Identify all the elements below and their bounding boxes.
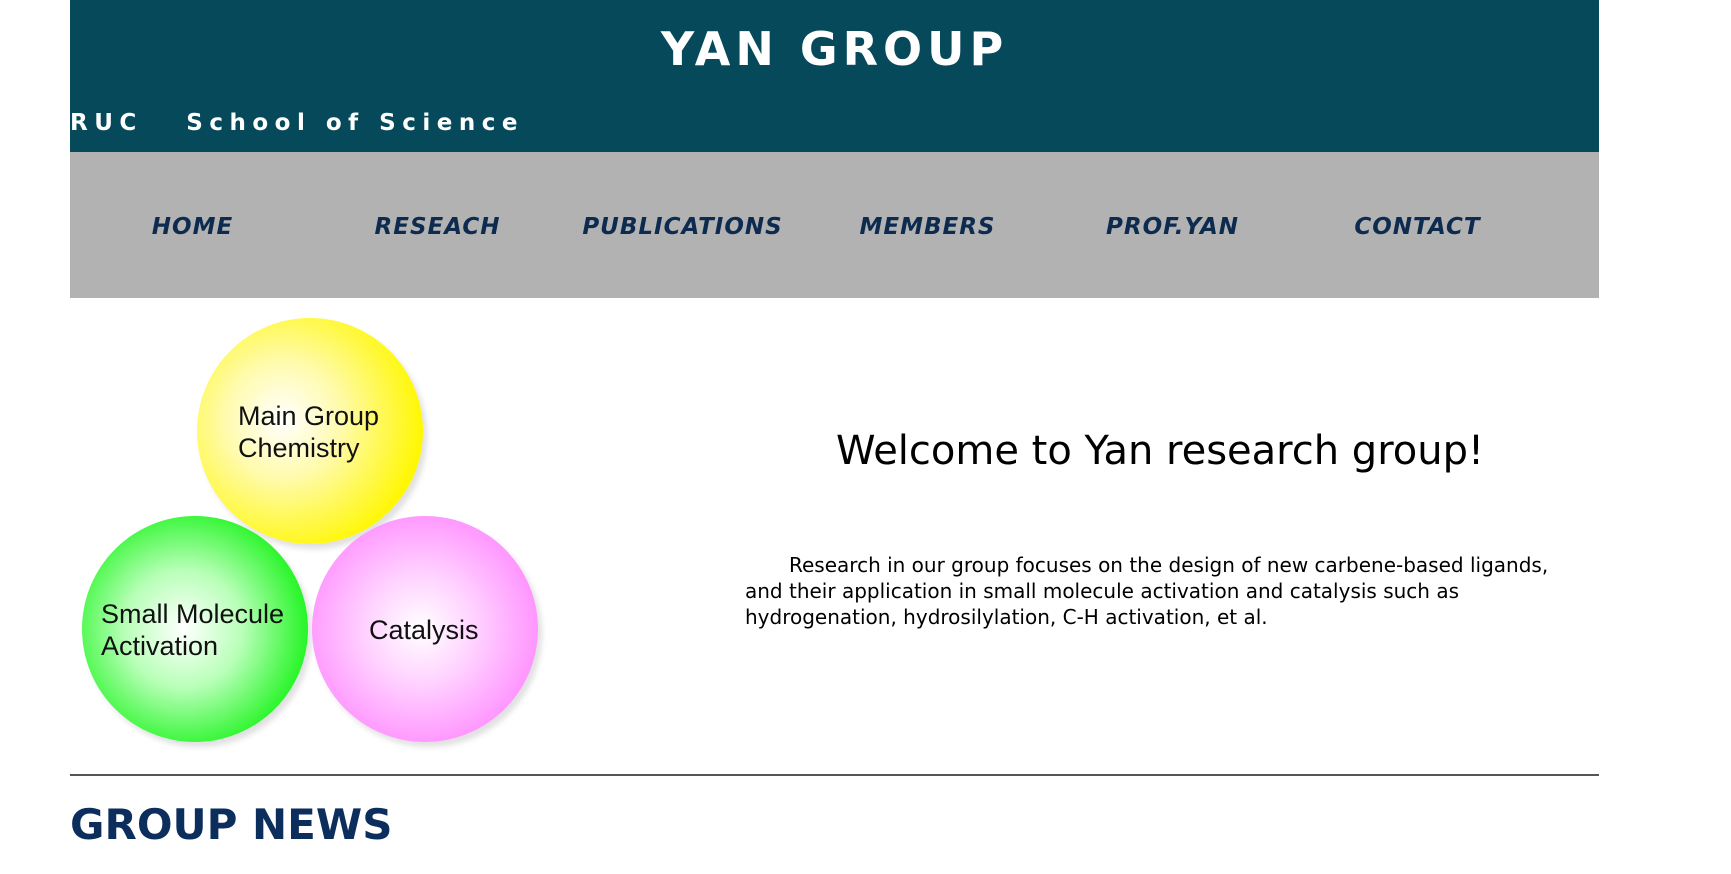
page: YAN GROUP RUC School of Science HOME RES…	[0, 0, 1731, 874]
welcome-text: Research in our group focuses on the des…	[745, 553, 1549, 629]
nav-item-members[interactable]: MEMBERS	[805, 214, 1050, 240]
nav-item-home[interactable]: HOME	[70, 214, 315, 240]
site-header: YAN GROUP RUC School of Science	[70, 0, 1599, 152]
nav-item-contact[interactable]: CONTACT	[1295, 214, 1540, 240]
main-group-chemistry-label: Main Group Chemistry	[238, 401, 380, 463]
main-group-chemistry-bubble: Main Group Chemistry	[197, 318, 423, 544]
small-molecule-activation-label: Small Molecule Activation	[101, 599, 285, 661]
section-divider	[70, 774, 1599, 776]
nav-item-research[interactable]: RESEACH	[315, 214, 560, 240]
nav-item-publications[interactable]: PUBLICATIONS	[560, 214, 805, 240]
site-subtitle: RUC School of Science	[70, 110, 524, 136]
group-news-heading: GROUP NEWS	[70, 800, 393, 849]
main-nav: HOME RESEACH PUBLICATIONS MEMBERS PROF.Y…	[70, 152, 1599, 298]
nav-item-prof-yan[interactable]: PROF.YAN	[1050, 214, 1295, 240]
catalysis-label: Catalysis	[369, 615, 479, 645]
catalysis-bubble: Catalysis	[312, 516, 538, 742]
small-molecule-activation-bubble: Small Molecule Activation	[82, 516, 308, 742]
welcome-title: Welcome to Yan research group!	[835, 428, 1485, 474]
site-title: YAN GROUP	[660, 22, 1009, 76]
research-areas-graphic: Main Group Chemistry Small Molecule Acti…	[70, 312, 550, 752]
